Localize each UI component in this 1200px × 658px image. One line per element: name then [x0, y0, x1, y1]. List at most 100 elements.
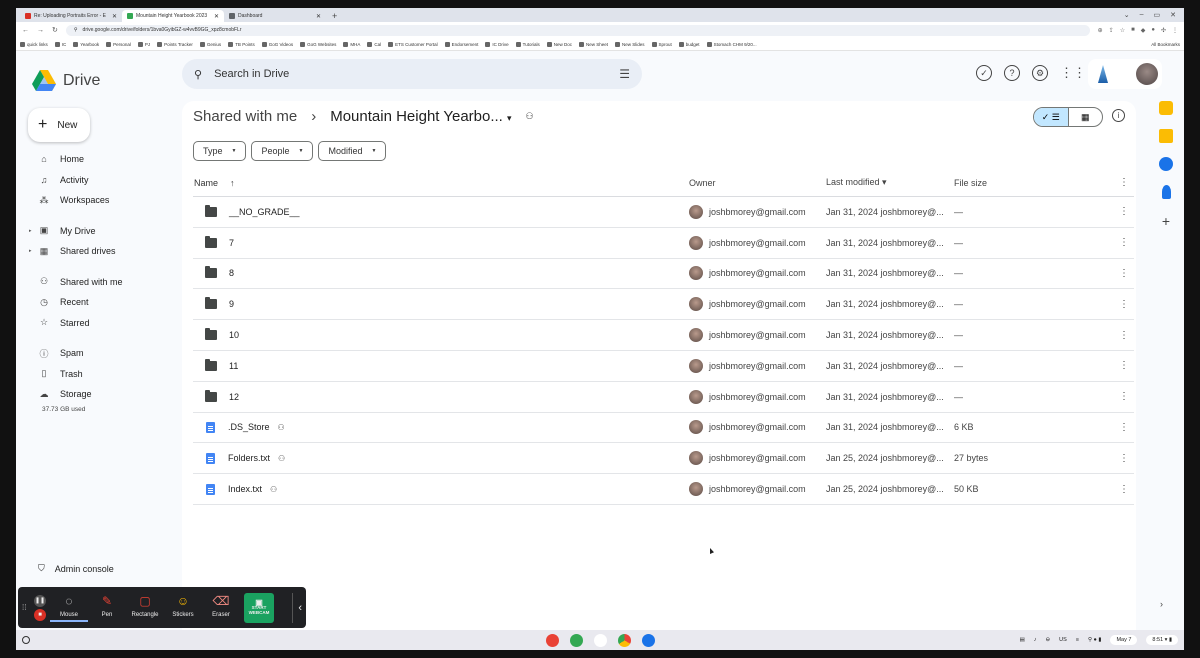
- extension-icon[interactable]: ◆: [1141, 27, 1146, 34]
- table-row[interactable]: 11 joshbmorey@gmail.com Jan 31, 2024 joshb…: [193, 351, 1134, 382]
- drag-handle-icon[interactable]: ⁞⁞: [22, 603, 30, 612]
- more-options-icon[interactable]: ⋮: [1114, 299, 1134, 310]
- add-addon-icon[interactable]: +: [1151, 213, 1181, 229]
- url-field[interactable]: ⚲ drive.google.com/drive/folders/1bva0Gy…: [65, 24, 1090, 36]
- bookmark-item[interactable]: New Doc: [546, 41, 572, 47]
- calendar-icon[interactable]: [1159, 101, 1173, 115]
- expand-arrow-icon[interactable]: ▸: [29, 228, 32, 234]
- mic-icon[interactable]: ♪: [1034, 637, 1037, 643]
- chevron-right-icon[interactable]: ›: [1160, 599, 1163, 609]
- sort-up-arrow-icon[interactable]: ↑: [230, 178, 235, 188]
- sidebar-item-my-drive[interactable]: ▸ ▣ My Drive: [28, 221, 178, 242]
- maximize-icon[interactable]: ▭: [1154, 11, 1161, 19]
- tab-close-icon[interactable]: ✕: [214, 13, 219, 20]
- share-icon[interactable]: ⇪: [1109, 27, 1114, 34]
- sidebar-item-spam[interactable]: ⓘ Spam: [28, 343, 178, 364]
- bookmark-item[interactable]: Yearbook: [73, 41, 99, 47]
- settings-gear-icon[interactable]: ⚙: [1032, 65, 1048, 81]
- bookmark-item[interactable]: TB Points: [228, 41, 255, 47]
- more-options-icon[interactable]: ⋮: [1114, 330, 1134, 341]
- extension-icon[interactable]: ■: [1131, 27, 1135, 34]
- keep-icon[interactable]: [1159, 129, 1173, 143]
- more-options-icon[interactable]: ⋮: [1114, 360, 1134, 371]
- sidebar-item-home[interactable]: ⌂ Home: [28, 149, 178, 170]
- search-icon[interactable]: ⚲: [194, 68, 202, 81]
- new-tab-button[interactable]: +: [326, 10, 343, 22]
- bookmark-item[interactable]: ETS Customer Portal: [388, 41, 438, 47]
- table-row[interactable]: 12 joshbmorey@gmail.com Jan 31, 2024 joshb…: [193, 382, 1134, 413]
- bookmark-item[interactable]: Personal: [106, 41, 131, 47]
- browser-tab[interactable]: Re: Uploading Portraits Error - E ✕: [20, 10, 122, 22]
- screencast-app-icon[interactable]: [546, 633, 559, 647]
- table-row[interactable]: 7 joshbmorey@gmail.com Jan 31, 2024 joshbm…: [193, 228, 1134, 259]
- grid-view-button[interactable]: ▦: [1069, 108, 1103, 126]
- chrome-icon[interactable]: [618, 633, 631, 647]
- extension-icon[interactable]: ●: [1151, 27, 1155, 34]
- more-options-icon[interactable]: ⋮: [1114, 422, 1134, 433]
- bookmark-item[interactable]: Stomach CHM 9/20...: [706, 41, 757, 47]
- avatar[interactable]: [1136, 63, 1158, 85]
- info-icon[interactable]: i: [1112, 109, 1125, 122]
- status-indicators[interactable]: ⚲ ● ▮: [1088, 637, 1101, 643]
- tab-close-icon[interactable]: ✕: [112, 13, 117, 20]
- bookmark-item[interactable]: IC: [54, 41, 66, 47]
- bookmark-item[interactable]: Sprout: [651, 41, 672, 47]
- help-icon[interactable]: ?: [1004, 65, 1020, 81]
- table-row[interactable]: 8 joshbmorey@gmail.com Jan 31, 2024 joshbm…: [193, 259, 1134, 290]
- sidebar-item-shared-drives[interactable]: ▸ ▦ Shared drives: [28, 241, 178, 262]
- more-options-icon[interactable]: ⋮: [1114, 206, 1134, 217]
- more-options-icon[interactable]: ⋮: [1114, 484, 1134, 495]
- minimize-icon[interactable]: –: [1140, 11, 1144, 19]
- stop-icon[interactable]: ■: [34, 608, 46, 621]
- tab-close-icon[interactable]: ✕: [316, 13, 321, 20]
- all-bookmarks-button[interactable]: All Bookmarks: [1151, 42, 1180, 47]
- bookmark-item[interactable]: PJ: [137, 41, 150, 47]
- sidebar-item-recent[interactable]: ◷ Recent: [28, 292, 178, 313]
- tool-stickers[interactable]: ☺ Stickers: [164, 594, 202, 622]
- bookmark-item[interactable]: IC Drive: [485, 41, 509, 47]
- sidebar-item-shared-with-me[interactable]: ⚇ Shared with me: [28, 272, 178, 293]
- modified-column-header[interactable]: Last modified ▾: [826, 177, 954, 188]
- do-not-disturb-icon[interactable]: ⊖: [1046, 637, 1051, 643]
- filter-chip-type[interactable]: Type ▼: [193, 141, 247, 161]
- filter-chip-people[interactable]: People ▼: [251, 141, 314, 161]
- clipboard-icon[interactable]: ▤: [1020, 637, 1025, 643]
- browser-tab[interactable]: Mountain Height Yearbook 2023 ✕: [122, 10, 224, 22]
- expand-arrow-icon[interactable]: ▸: [29, 248, 32, 254]
- date-display[interactable]: May 7: [1110, 635, 1138, 645]
- bookmark-item[interactable]: New Sheet: [579, 41, 608, 47]
- tool-rectangle[interactable]: ▢ Rectangle: [126, 594, 164, 622]
- chevron-down-icon[interactable]: ⌄: [1124, 11, 1130, 19]
- bookmark-item[interactable]: New Slides: [615, 41, 645, 47]
- list-view-button[interactable]: ✓ ☰: [1034, 108, 1069, 126]
- more-options-icon[interactable]: ⋮: [1114, 453, 1134, 464]
- play-store-icon[interactable]: [594, 633, 607, 647]
- table-row[interactable]: .DS_Store ⚇ joshbmorey@gmail.com Jan 31, 20…: [193, 413, 1134, 444]
- offline-status-icon[interactable]: ✓: [976, 65, 992, 81]
- site-info-icon[interactable]: ⚲: [74, 27, 78, 33]
- tasks-icon[interactable]: [1159, 157, 1173, 171]
- bookmark-item[interactable]: Points Tracker: [157, 41, 193, 47]
- zoom-icon[interactable]: ⊕: [1098, 27, 1103, 34]
- admin-console-link[interactable]: ⛉ Admin console: [38, 563, 114, 574]
- drive-logo[interactable]: Drive: [32, 70, 100, 92]
- files-app-icon[interactable]: [642, 633, 655, 647]
- tool-mouse[interactable]: ◌ Mouse: [50, 594, 88, 622]
- bookmark-item[interactable]: GoG Videos: [261, 41, 293, 47]
- bookmark-item[interactable]: Cal: [367, 41, 381, 47]
- start-webcam-button[interactable]: ▣ START WEBCAM: [244, 592, 274, 623]
- menu-icon[interactable]: ⋮: [1172, 27, 1178, 34]
- more-options-icon[interactable]: ⋮: [1114, 177, 1134, 188]
- bookmark-star-icon[interactable]: ☆: [1120, 27, 1125, 34]
- bookmark-item[interactable]: GoG Websites: [300, 41, 336, 47]
- bookmark-item[interactable]: Genius: [199, 41, 221, 47]
- breadcrumb-parent[interactable]: Shared with me: [193, 108, 297, 125]
- pause-icon[interactable]: ❚❚: [34, 594, 46, 607]
- clock[interactable]: 8:51 ▾ ▮: [1146, 635, 1178, 645]
- reload-icon[interactable]: ↻: [52, 26, 58, 34]
- more-options-icon[interactable]: ⋮: [1114, 268, 1134, 279]
- bookmark-item[interactable]: MHA: [343, 41, 360, 47]
- sidebar-item-activity[interactable]: ♫ Activity: [28, 170, 178, 191]
- bookmark-item[interactable]: Tutorials: [515, 41, 540, 47]
- puzzle-icon[interactable]: ✣: [1161, 27, 1166, 34]
